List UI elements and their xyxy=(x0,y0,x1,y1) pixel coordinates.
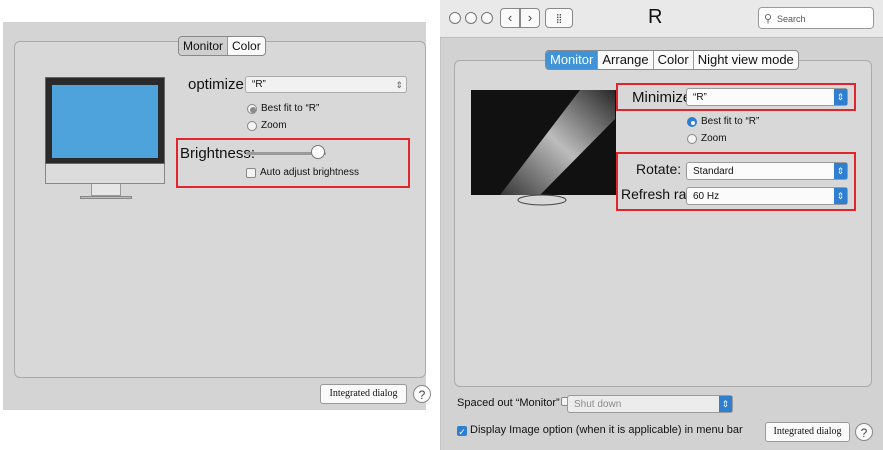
monitor-image xyxy=(471,90,616,206)
optimize-select[interactable]: “R” ⇕ xyxy=(245,76,407,93)
stepper-icon: ⇕ xyxy=(834,89,847,105)
radio-zoom[interactable] xyxy=(687,134,697,144)
refresh-rate-select[interactable]: 60 Hz ⇕ xyxy=(686,187,848,205)
right-tab-bar: Monitor Arrange Color Night view mode xyxy=(545,50,799,70)
radio-best-fit[interactable] xyxy=(247,104,257,114)
display-option-label: Display Image option (when it is applica… xyxy=(470,424,743,436)
zoom-dot-icon[interactable] xyxy=(481,12,493,24)
tab-color[interactable]: Color xyxy=(654,51,694,69)
stepper-icon: ⇕ xyxy=(395,80,403,90)
auto-brightness-label: Auto adjust brightness xyxy=(260,167,359,178)
rotate-select[interactable]: Standard ⇕ xyxy=(686,162,848,180)
auto-brightness-checkbox[interactable] xyxy=(246,168,256,178)
window-title: R xyxy=(648,6,663,28)
back-icon[interactable]: ‹ xyxy=(500,8,520,28)
spaced-out-select[interactable]: Shut down ⇕ xyxy=(567,395,733,413)
display-option-checkbox[interactable]: ✓ xyxy=(457,426,467,437)
brightness-slider-knob[interactable] xyxy=(311,145,325,159)
monitor-chin xyxy=(45,164,165,184)
search-field[interactable]: ⚲ Search xyxy=(758,7,874,29)
minimize-value: “R” xyxy=(693,92,707,103)
search-placeholder: Search xyxy=(777,14,806,24)
left-tab-bar: Monitor Color xyxy=(178,36,266,56)
spaced-out-text: Spaced out “Monitor” xyxy=(457,397,560,409)
minimize-dot-icon[interactable] xyxy=(465,12,477,24)
optimize-label: optimize: xyxy=(188,76,249,93)
radio-zoom-label: Zoom xyxy=(261,120,287,131)
minimize-select[interactable]: “R” ⇕ xyxy=(686,88,848,106)
radio-zoom-label: Zoom xyxy=(701,133,727,144)
help-button[interactable]: ? xyxy=(855,423,873,441)
stepper-icon: ⇕ xyxy=(719,396,732,412)
spaced-out-value: Shut down xyxy=(574,399,622,410)
grid-icon[interactable]: ⣿ xyxy=(545,8,573,28)
monitor-stand xyxy=(91,184,121,196)
help-button[interactable]: ? xyxy=(413,385,431,403)
brightness-label: Brightness: xyxy=(180,145,256,162)
close-dot-icon[interactable] xyxy=(449,12,461,24)
rotate-value: Standard xyxy=(693,166,734,177)
tab-arrange[interactable]: Arrange xyxy=(598,51,654,69)
stepper-icon: ⇕ xyxy=(834,163,847,179)
rotate-label: Rotate: xyxy=(636,161,682,177)
integrated-dialog-button[interactable]: Integrated dialog xyxy=(765,422,850,442)
radio-best-fit-label: Best fit to “R” xyxy=(261,103,320,114)
radio-best-fit[interactable] xyxy=(687,117,697,127)
refresh-rate-value: 60 Hz xyxy=(693,191,720,202)
radio-zoom[interactable] xyxy=(247,121,257,131)
spaced-out-label: Spaced out “Monitor” xyxy=(457,397,570,409)
tab-color[interactable]: Color xyxy=(228,37,265,55)
stepper-icon: ⇕ xyxy=(834,188,847,204)
search-icon: ⚲ xyxy=(764,13,773,25)
integrated-dialog-button[interactable]: Integrated dialog xyxy=(320,384,407,404)
forward-icon[interactable]: › xyxy=(520,8,540,28)
tab-night-view-mode[interactable]: Night view mode xyxy=(694,51,798,69)
optimize-value: “R” xyxy=(252,79,266,90)
monitor-base xyxy=(80,196,132,199)
monitor-screen xyxy=(52,85,158,158)
radio-best-fit-label: Best fit to “R” xyxy=(701,116,760,127)
tab-monitor[interactable]: Monitor xyxy=(546,51,599,69)
tab-monitor[interactable]: Monitor xyxy=(179,37,229,55)
